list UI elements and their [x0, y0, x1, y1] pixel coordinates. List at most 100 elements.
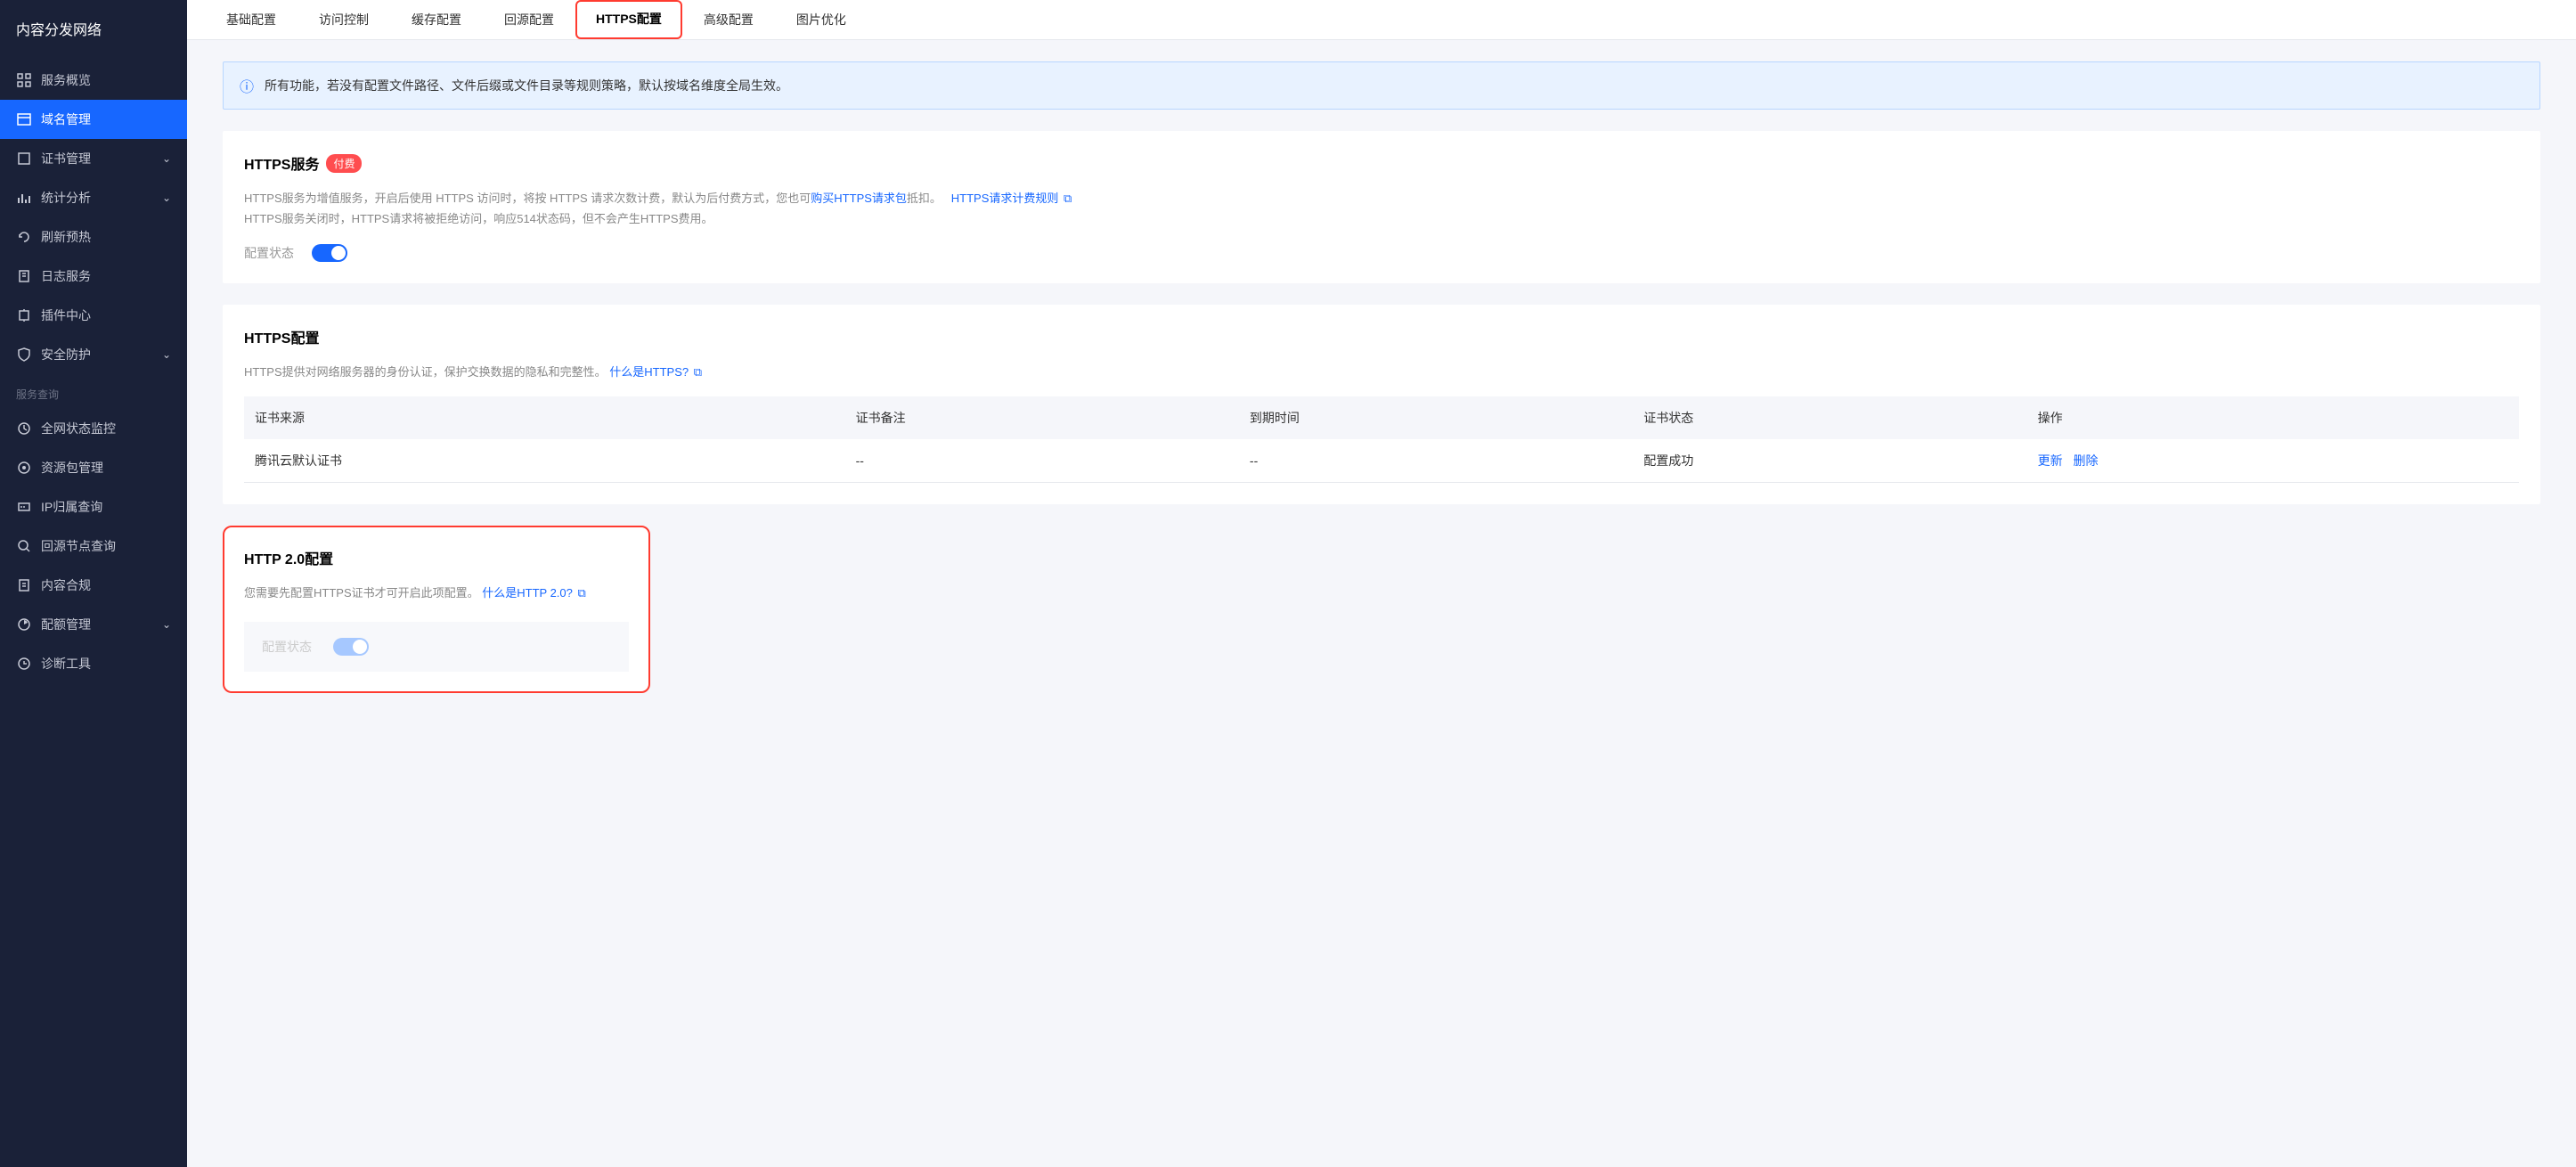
desc-line2: HTTPS服务关闭时，HTTPS请求将被拒绝访问，响应514状态码，但不会产生H… — [244, 212, 713, 225]
chevron-down-icon: ⌄ — [162, 152, 171, 165]
card-title-https-config: HTTPS配置 — [244, 326, 2519, 347]
sidebar-item-label: 安全防护 — [41, 346, 91, 363]
sidebar-item-label: 刷新预热 — [41, 228, 91, 246]
http2-desc: 您需要先配置HTTPS证书才可开启此项配置。 什么是HTTP 2.0? ⧉ — [244, 583, 629, 603]
sidebar-item-package[interactable]: 资源包管理 — [0, 448, 187, 487]
external-link-icon: ⧉ — [1060, 192, 1072, 205]
desc-prefix: HTTPS服务为增值服务，开启后使用 HTTPS 访问时，将按 HTTPS 请求… — [244, 192, 811, 205]
td-cert-source: 腾讯云默认证书 — [244, 439, 845, 483]
content-area: ⓘ 所有功能，若没有配置文件路径、文件后缀或文件目录等规则策略，默认按域名维度全… — [187, 40, 2576, 1167]
sidebar-item-label: 域名管理 — [41, 110, 91, 128]
sidebar-item-ip[interactable]: IP归属查询 — [0, 487, 187, 526]
sidebar-item-refresh[interactable]: 刷新预热 — [0, 217, 187, 257]
desc-mid: 抵扣。 — [907, 192, 942, 205]
sidebar-item-label: IP归属查询 — [41, 498, 102, 516]
ip-icon — [16, 499, 32, 515]
sidebar-section-label: 服务查询 — [0, 374, 187, 409]
sidebar-item-label: 内容合规 — [41, 576, 91, 594]
th-expire: 到期时间 — [1239, 396, 1633, 439]
cert-icon — [16, 151, 32, 167]
main-content: 基础配置 访问控制 缓存配置 回源配置 HTTPS配置 高级配置 图片优化 ⓘ … — [187, 0, 2576, 1167]
sidebar-item-origin[interactable]: 回源节点查询 — [0, 526, 187, 566]
grid-icon — [16, 72, 32, 88]
http2-title: HTTP 2.0配置 — [244, 547, 333, 568]
sidebar-item-cert[interactable]: 证书管理 ⌄ — [0, 139, 187, 178]
link-what-is-http2[interactable]: 什么是HTTP 2.0? — [482, 586, 573, 600]
tab-access[interactable]: 访问控制 — [298, 0, 390, 39]
cert-table: 证书来源 证书备注 到期时间 证书状态 操作 腾讯云默认证书 -- -- 配置成 — [244, 396, 2519, 483]
info-banner-text: 所有功能，若没有配置文件路径、文件后缀或文件目录等规则策略，默认按域名维度全局生… — [265, 77, 788, 94]
sidebar-item-label: 全网状态监控 — [41, 420, 116, 437]
sidebar-item-label: 插件中心 — [41, 306, 91, 324]
config-status-label: 配置状态 — [262, 638, 312, 656]
td-actions: 更新 删除 — [2027, 439, 2519, 483]
sidebar-item-quota[interactable]: 配额管理 ⌄ — [0, 605, 187, 644]
sidebar-item-log[interactable]: 日志服务 — [0, 257, 187, 296]
log-icon — [16, 268, 32, 284]
sidebar: 内容分发网络 服务概览 域名管理 证书管理 ⌄ 统计分析 ⌄ 刷新预热 — [0, 0, 187, 1167]
td-cert-status: 配置成功 — [1633, 439, 2026, 483]
refresh-icon — [16, 229, 32, 245]
diagnose-icon — [16, 656, 32, 672]
sidebar-item-domain[interactable]: 域名管理 — [0, 100, 187, 139]
sidebar-item-label: 证书管理 — [41, 150, 91, 167]
sidebar-item-label: 资源包管理 — [41, 459, 103, 477]
toggle-http2[interactable] — [333, 638, 369, 656]
link-https-billing-rules[interactable]: HTTPS请求计费规则 — [951, 192, 1059, 205]
th-cert-remark: 证书备注 — [845, 396, 1239, 439]
external-link-icon: ⧉ — [575, 586, 586, 600]
external-link-icon: ⧉ — [690, 365, 702, 379]
tab-advanced[interactable]: 高级配置 — [682, 0, 775, 39]
paid-badge: 付费 — [326, 154, 362, 173]
link-buy-https-package[interactable]: 购买HTTPS请求包 — [811, 192, 907, 205]
table-row: 腾讯云默认证书 -- -- 配置成功 更新 删除 — [244, 439, 2519, 483]
th-actions: 操作 — [2027, 396, 2519, 439]
link-what-is-https[interactable]: 什么是HTTPS? — [609, 365, 689, 379]
sidebar-item-label: 服务概览 — [41, 71, 91, 89]
https-service-desc: HTTPS服务为增值服务，开启后使用 HTTPS 访问时，将按 HTTPS 请求… — [244, 188, 2519, 230]
tab-cache[interactable]: 缓存配置 — [390, 0, 483, 39]
sidebar-item-label: 回源节点查询 — [41, 537, 116, 555]
th-cert-status: 证书状态 — [1633, 396, 2026, 439]
card-title-https-service: HTTPS服务 付费 — [244, 152, 2519, 174]
chevron-down-icon: ⌄ — [162, 618, 171, 631]
card-http2-highlight: HTTP 2.0配置 您需要先配置HTTPS证书才可开启此项配置。 什么是HTT… — [223, 526, 650, 692]
tab-image[interactable]: 图片优化 — [775, 0, 868, 39]
chevron-down-icon: ⌄ — [162, 348, 171, 361]
sidebar-item-security[interactable]: 安全防护 ⌄ — [0, 335, 187, 374]
http2-config-row: 配置状态 — [244, 622, 629, 672]
sidebar-item-plugin[interactable]: 插件中心 — [0, 296, 187, 335]
card-https-config: HTTPS配置 HTTPS提供对网络服务器的身份认证，保护交换数据的隐私和完整性… — [223, 305, 2540, 504]
package-icon — [16, 460, 32, 476]
card-title-http2: HTTP 2.0配置 — [244, 547, 629, 568]
sidebar-item-stats[interactable]: 统计分析 ⌄ — [0, 178, 187, 217]
sidebar-item-overview[interactable]: 服务概览 — [0, 61, 187, 100]
tab-basic[interactable]: 基础配置 — [205, 0, 298, 39]
https-config-desc: HTTPS提供对网络服务器的身份认证，保护交换数据的隐私和完整性。 什么是HTT… — [244, 362, 2519, 382]
table-header-row: 证书来源 证书备注 到期时间 证书状态 操作 — [244, 396, 2519, 439]
desc-text: HTTPS提供对网络服务器的身份认证，保护交换数据的隐私和完整性。 — [244, 365, 607, 379]
config-status-label: 配置状态 — [244, 244, 294, 262]
tabs: 基础配置 访问控制 缓存配置 回源配置 HTTPS配置 高级配置 图片优化 — [187, 0, 2576, 40]
info-icon: ⓘ — [240, 75, 254, 96]
chevron-down-icon: ⌄ — [162, 192, 171, 204]
sidebar-item-monitor[interactable]: 全网状态监控 — [0, 409, 187, 448]
sidebar-item-label: 配额管理 — [41, 616, 91, 633]
desc-text: 您需要先配置HTTPS证书才可开启此项配置。 — [244, 586, 479, 600]
tab-https[interactable]: HTTPS配置 — [575, 0, 682, 39]
tab-origin[interactable]: 回源配置 — [483, 0, 575, 39]
monitor-icon — [16, 420, 32, 437]
action-delete[interactable]: 删除 — [2074, 453, 2099, 468]
sidebar-item-label: 诊断工具 — [41, 655, 91, 673]
sidebar-item-compliance[interactable]: 内容合规 — [0, 566, 187, 605]
toggle-https-service[interactable] — [312, 244, 347, 262]
sidebar-title: 内容分发网络 — [0, 0, 187, 61]
td-cert-remark: -- — [845, 439, 1239, 483]
shield-icon — [16, 347, 32, 363]
sidebar-item-label: 统计分析 — [41, 189, 91, 207]
action-update[interactable]: 更新 — [2038, 453, 2063, 468]
card-https-service: HTTPS服务 付费 HTTPS服务为增值服务，开启后使用 HTTPS 访问时，… — [223, 131, 2540, 283]
sidebar-item-diagnose[interactable]: 诊断工具 — [0, 644, 187, 683]
https-service-title: HTTPS服务 — [244, 152, 319, 174]
domain-icon — [16, 111, 32, 127]
